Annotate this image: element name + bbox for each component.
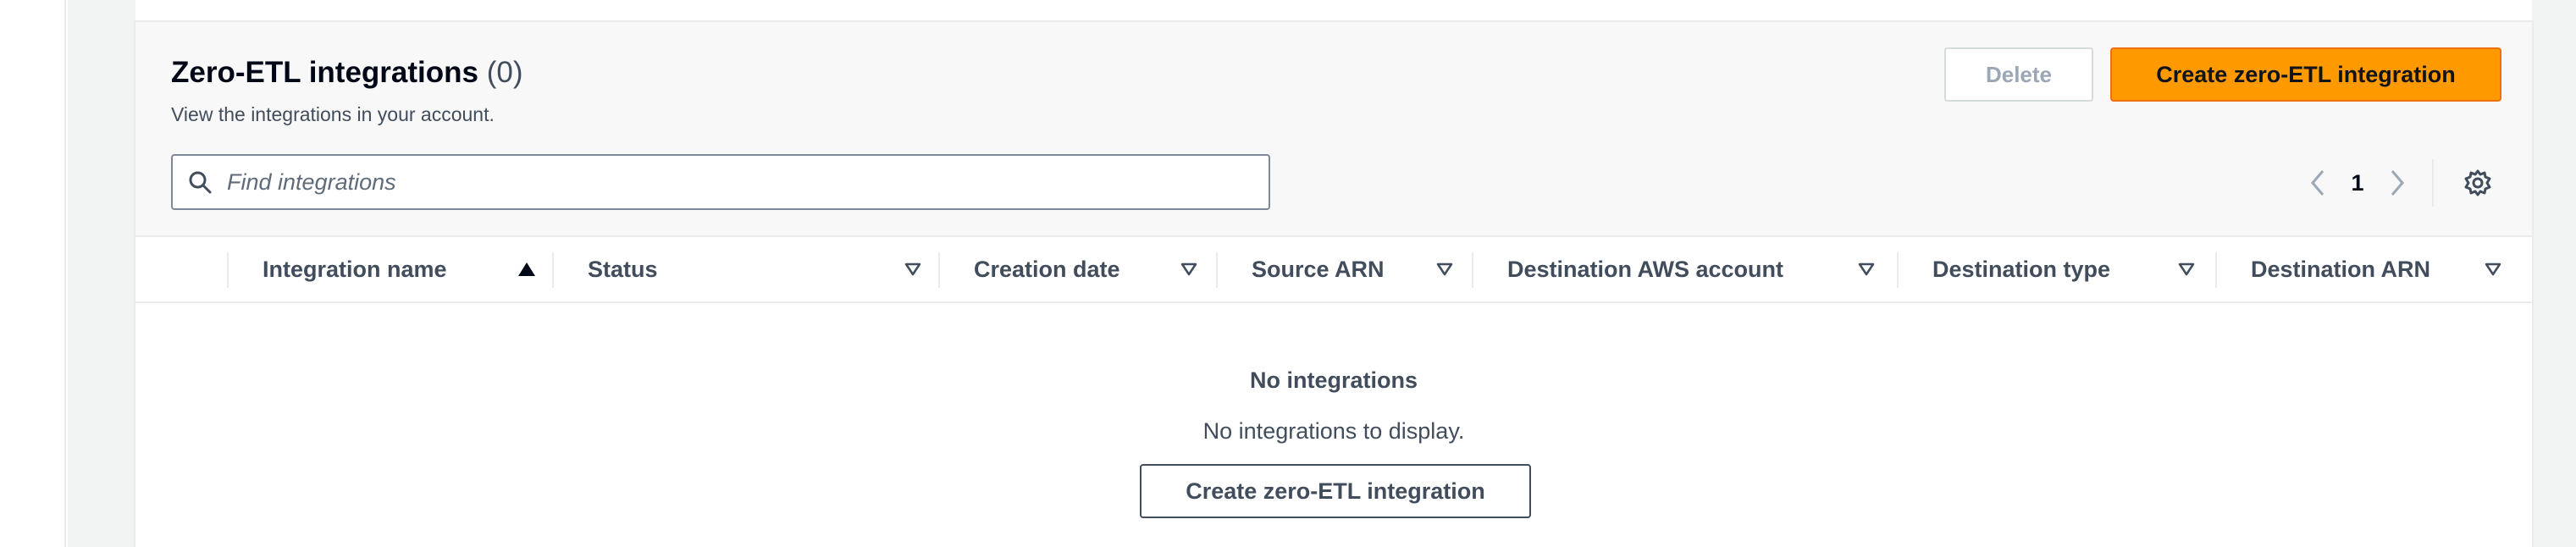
column-separator [552,252,554,288]
sort-ascending-icon[interactable] [515,257,539,281]
column-header-label: Destination ARN [2251,256,2431,282]
sort-icon[interactable] [2481,257,2505,281]
search-input[interactable] [227,156,1269,208]
page-gutter-left [68,0,135,547]
column-separator [1472,252,1473,288]
column-separator [1897,252,1899,288]
page-description: View the integrations in your account. [171,103,495,125]
column-separator [2215,252,2217,288]
pagination: 1 [2295,164,2420,202]
column-separator [1216,252,1218,288]
create-integration-button[interactable]: Create zero-ETL integration [2110,47,2501,102]
empty-state: No integrations No integrations to displ… [135,305,2532,547]
empty-state-create-button[interactable]: Create zero-ETL integration [1140,464,1531,518]
column-header-label: Source ARN [1252,256,1385,282]
page-title: Zero-ETL integrations (0) [171,56,523,90]
column-header-label: Destination type [1932,256,2111,282]
settings-icon[interactable] [2457,163,2498,203]
column-header-label: Status [588,256,658,282]
delete-button[interactable]: Delete [1944,47,2093,102]
column-header-label: Creation date [974,256,1120,282]
sort-icon[interactable] [1177,257,1201,281]
chevron-left-icon[interactable] [2295,164,2341,202]
chevron-right-icon[interactable] [2374,164,2420,202]
sort-icon[interactable] [1433,257,1457,281]
side-navigation-rail [0,0,66,547]
search-box[interactable] [171,154,1270,210]
sort-icon[interactable] [2175,257,2198,281]
sort-icon[interactable] [901,257,925,281]
column-header-creation-date[interactable]: Creation date [974,237,1228,301]
column-header-destination-type[interactable]: Destination type [1932,237,2229,301]
item-count: (0) [486,56,523,89]
current-page-number[interactable]: 1 [2341,170,2374,196]
column-header-destination-aws-account[interactable]: Destination AWS account [1507,237,1905,301]
search-icon [173,156,227,208]
table-column-headers: Integration name Status Creation date So… [135,237,2532,303]
column-header-integration-name[interactable]: Integration name [263,237,584,301]
column-separator [938,252,940,288]
page-gutter-right [2532,0,2576,547]
column-header-destination-arn[interactable]: Destination ARN [2251,237,2522,301]
column-header-label: Integration name [263,256,447,282]
column-header-status[interactable]: Status [588,237,952,301]
column-header-source-arn[interactable]: Source ARN [1252,237,1489,301]
pager-divider [2432,159,2434,207]
table-header: Zero-ETL integrations (0) View the integ… [135,22,2532,237]
empty-state-title: No integrations [1249,367,1418,393]
column-header-label: Destination AWS account [1507,256,1784,282]
column-separator [227,252,229,288]
empty-state-description: No integrations to display. [1202,418,1465,444]
integrations-table-container: Zero-ETL integrations (0) View the integ… [134,20,2534,547]
title-text: Zero-ETL integrations [171,56,478,89]
sort-icon[interactable] [1855,257,1878,281]
